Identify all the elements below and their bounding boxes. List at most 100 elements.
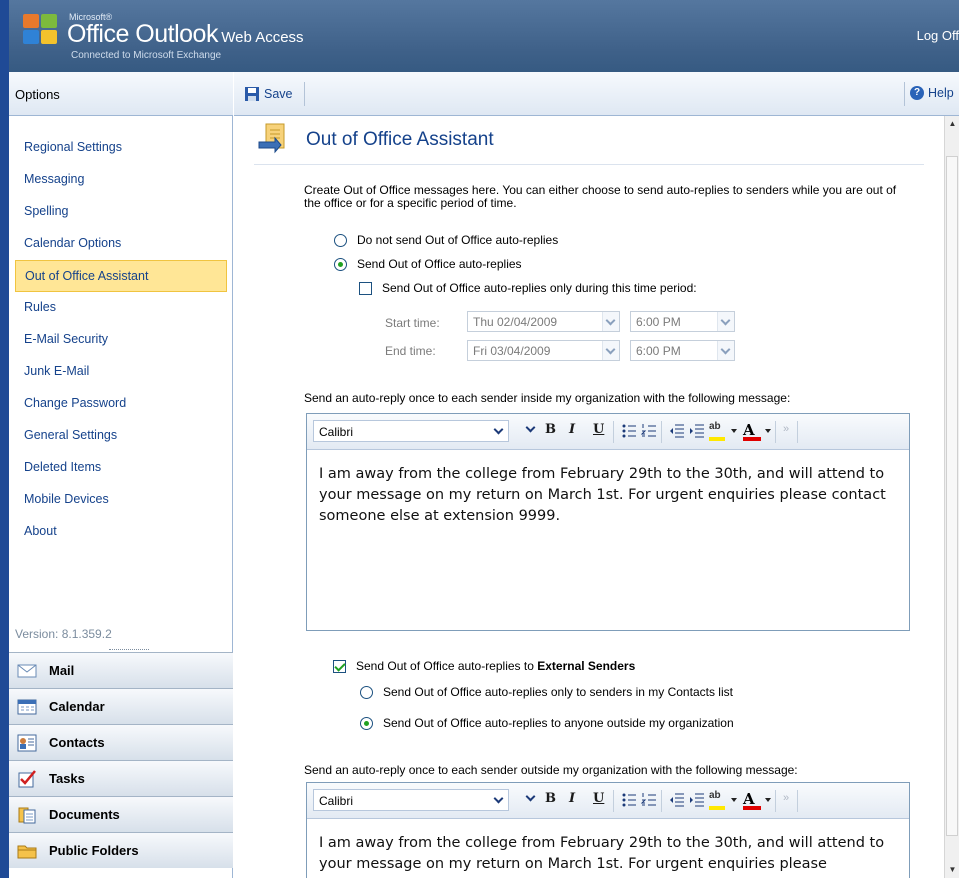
public-folders-icon bbox=[17, 842, 37, 860]
underline-button[interactable]: U bbox=[593, 422, 604, 437]
toolbar-divider bbox=[613, 790, 614, 812]
editor-body[interactable]: I am away from the college from February… bbox=[307, 450, 909, 541]
left-sidebar: Options Regional Settings Messaging Spel… bbox=[0, 72, 233, 878]
end-time-select[interactable]: 6:00 PM bbox=[630, 340, 735, 361]
more-options-icon[interactable]: » bbox=[783, 423, 789, 435]
brand-web-access: Web Access bbox=[221, 29, 304, 46]
chevron-down-icon[interactable] bbox=[765, 798, 771, 802]
end-date-value: Fri 03/04/2009 bbox=[473, 344, 551, 358]
scroll-up-arrow-icon[interactable]: ▲ bbox=[945, 116, 959, 132]
brand-office-outlook: Office Outlook bbox=[67, 20, 218, 48]
options-nav: Regional Settings Messaging Spelling Cal… bbox=[15, 132, 227, 548]
chevron-down-icon[interactable] bbox=[765, 429, 771, 433]
checkbox-external-senders[interactable]: Send Out of Office auto-replies to Exter… bbox=[333, 659, 635, 673]
sidebar-item-rules[interactable]: Rules bbox=[15, 292, 227, 324]
module-calendar[interactable]: Calendar bbox=[9, 688, 233, 724]
underline-button[interactable]: U bbox=[593, 791, 604, 806]
end-date-select[interactable]: Fri 03/04/2009 bbox=[467, 340, 620, 361]
radio-button[interactable] bbox=[334, 233, 347, 247]
help-button[interactable]: ? Help bbox=[910, 86, 954, 100]
radio-button[interactable] bbox=[360, 716, 373, 730]
toolbar-divider bbox=[661, 421, 662, 443]
bold-button[interactable]: B bbox=[545, 422, 556, 437]
toolbar-divider bbox=[797, 421, 798, 443]
radio-do-not-send[interactable]: Do not send Out of Office auto-replies bbox=[334, 233, 558, 247]
font-family-select[interactable]: Calibri bbox=[313, 420, 509, 442]
font-size-dropdown[interactable] bbox=[525, 792, 537, 804]
module-mail[interactable]: Mail bbox=[9, 652, 233, 688]
app-header: Microsoft® Office Outlook Web Access Con… bbox=[0, 0, 959, 72]
splitter-grip[interactable] bbox=[109, 649, 149, 651]
increase-indent-icon[interactable] bbox=[689, 423, 705, 439]
sidebar-item-spelling[interactable]: Spelling bbox=[15, 196, 227, 228]
toolbar-divider bbox=[775, 421, 776, 443]
radio-contacts-only[interactable]: Send Out of Office auto-replies only to … bbox=[360, 685, 733, 699]
radio-anyone-outside[interactable]: Send Out of Office auto-replies to anyon… bbox=[360, 716, 734, 730]
vertical-scrollbar[interactable]: ▲ ▼ bbox=[944, 116, 959, 878]
bullet-list-icon[interactable] bbox=[621, 423, 637, 439]
italic-button[interactable]: I bbox=[569, 791, 575, 806]
sidebar-item-junk-email[interactable]: Junk E-Mail bbox=[15, 356, 227, 388]
calendar-icon bbox=[17, 698, 37, 716]
save-button[interactable]: Save bbox=[244, 86, 293, 102]
font-family-select[interactable]: Calibri bbox=[313, 789, 509, 811]
contacts-icon bbox=[17, 734, 37, 752]
sidebar-item-mobile-devices[interactable]: Mobile Devices bbox=[15, 484, 227, 516]
bold-button[interactable]: B bbox=[545, 791, 556, 806]
scrollbar-thumb[interactable] bbox=[946, 156, 958, 836]
toolbar-divider bbox=[797, 790, 798, 812]
checkbox-time-period[interactable]: Send Out of Office auto-replies only dur… bbox=[359, 281, 697, 295]
toolbar-divider bbox=[775, 790, 776, 812]
radio-button[interactable] bbox=[360, 685, 373, 699]
more-options-icon[interactable]: » bbox=[783, 792, 789, 804]
sidebar-item-email-security[interactable]: E-Mail Security bbox=[15, 324, 227, 356]
font-size-dropdown[interactable] bbox=[525, 423, 537, 435]
scroll-down-arrow-icon[interactable]: ▼ bbox=[945, 862, 959, 878]
sidebar-item-regional-settings[interactable]: Regional Settings bbox=[15, 132, 227, 164]
radio-send-auto-replies[interactable]: Send Out of Office auto-replies bbox=[334, 257, 522, 271]
help-icon: ? bbox=[910, 86, 924, 100]
numbered-list-icon[interactable] bbox=[641, 423, 657, 439]
sidebar-item-messaging[interactable]: Messaging bbox=[15, 164, 227, 196]
module-tasks[interactable]: Tasks bbox=[9, 760, 233, 796]
highlight-color-icon[interactable]: ab bbox=[709, 421, 731, 441]
chevron-down-icon bbox=[717, 341, 734, 360]
internal-message-label: Send an auto-reply once to each sender i… bbox=[304, 391, 791, 405]
decrease-indent-icon[interactable] bbox=[669, 423, 685, 439]
checkbox[interactable] bbox=[359, 281, 372, 295]
chevron-down-icon[interactable] bbox=[731, 429, 737, 433]
editor-body[interactable]: I am away from the college from February… bbox=[307, 819, 909, 878]
increase-indent-icon[interactable] bbox=[689, 792, 705, 808]
bullet-list-icon[interactable] bbox=[621, 792, 637, 808]
sidebar-item-general-settings[interactable]: General Settings bbox=[15, 420, 227, 452]
checkbox[interactable] bbox=[333, 659, 346, 673]
help-label: Help bbox=[928, 86, 954, 100]
font-color-icon[interactable]: A bbox=[743, 421, 765, 441]
internal-message-editor: Calibri B I U ab A » I am away from the … bbox=[306, 413, 910, 631]
start-date-select[interactable]: Thu 02/04/2009 bbox=[467, 311, 620, 332]
out-of-office-icon bbox=[256, 122, 288, 156]
radio-button[interactable] bbox=[334, 257, 347, 271]
module-contacts[interactable]: Contacts bbox=[9, 724, 233, 760]
brand-subtitle: Connected to Microsoft Exchange bbox=[71, 50, 222, 61]
module-label: Documents bbox=[49, 807, 120, 822]
sidebar-item-about[interactable]: About bbox=[15, 516, 227, 548]
checkbox-label-prefix: Send Out of Office auto-replies to bbox=[356, 659, 538, 673]
sidebar-item-calendar-options[interactable]: Calendar Options bbox=[15, 228, 227, 260]
module-public-folders[interactable]: Public Folders bbox=[9, 832, 233, 868]
sidebar-item-change-password[interactable]: Change Password bbox=[15, 388, 227, 420]
decrease-indent-icon[interactable] bbox=[669, 792, 685, 808]
log-off-link[interactable]: Log Off bbox=[917, 28, 959, 43]
sidebar-item-out-of-office[interactable]: Out of Office Assistant bbox=[15, 260, 227, 292]
module-label: Calendar bbox=[49, 699, 105, 714]
module-documents[interactable]: Documents bbox=[9, 796, 233, 832]
sidebar-item-deleted-items[interactable]: Deleted Items bbox=[15, 452, 227, 484]
numbered-list-icon[interactable] bbox=[641, 792, 657, 808]
chevron-down-icon[interactable] bbox=[731, 798, 737, 802]
save-label: Save bbox=[264, 87, 293, 101]
toolbar-divider bbox=[661, 790, 662, 812]
font-color-icon[interactable]: A bbox=[743, 790, 765, 810]
italic-button[interactable]: I bbox=[569, 422, 575, 437]
start-time-select[interactable]: 6:00 PM bbox=[630, 311, 735, 332]
highlight-color-icon[interactable]: ab bbox=[709, 790, 731, 810]
